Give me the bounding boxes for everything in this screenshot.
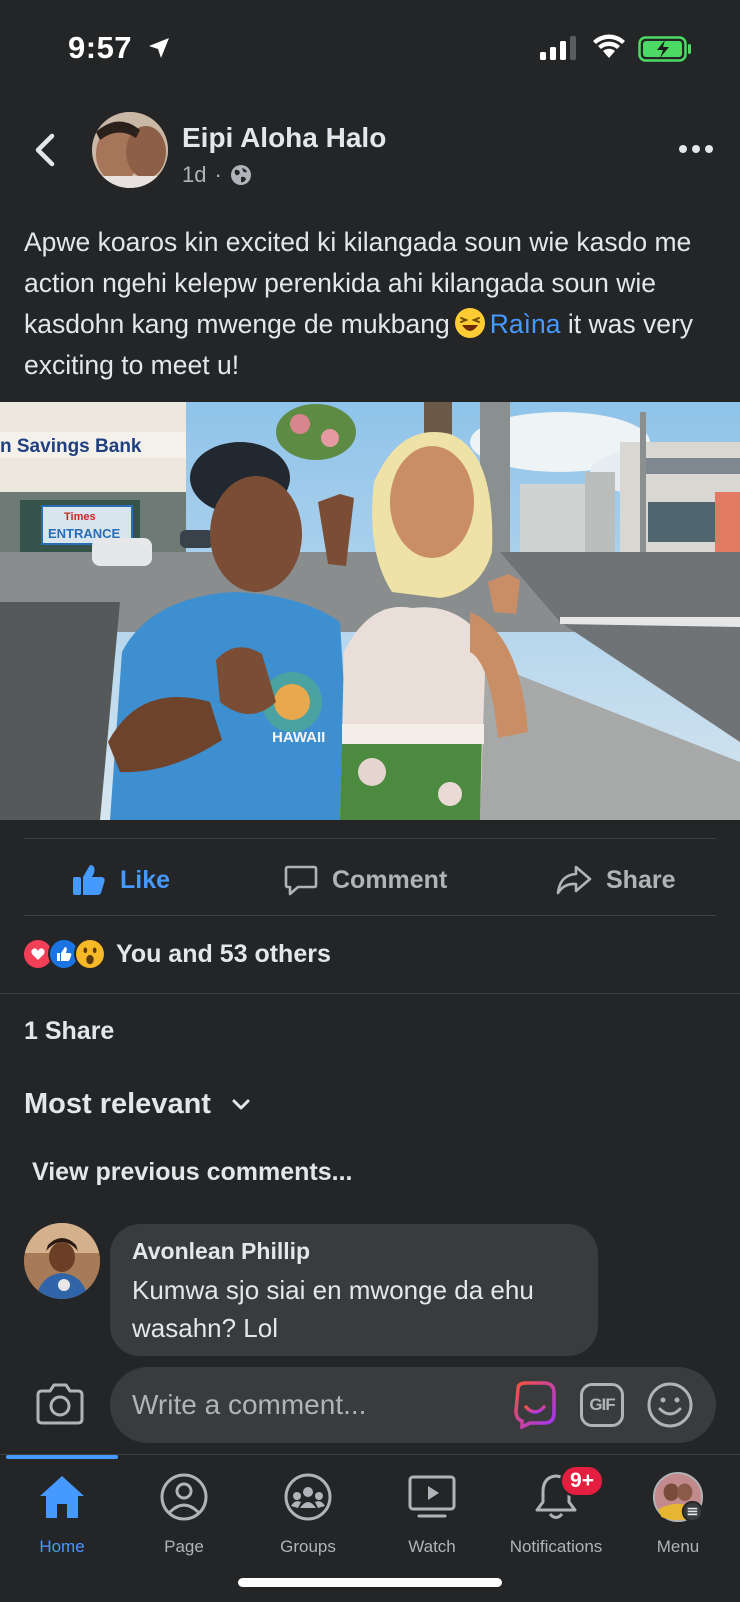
- bank-sign-text: n Savings Bank: [0, 436, 142, 457]
- laughing-face-emoji-icon: [454, 308, 485, 338]
- post-author-name[interactable]: Eipi Aloha Halo: [182, 122, 386, 154]
- cellular-signal-icon: [540, 36, 576, 60]
- home-icon: [40, 1476, 84, 1518]
- action-bar-bottom-divider: [24, 915, 716, 916]
- notifications-badge: 9+: [560, 1465, 604, 1497]
- chevron-down-icon: [232, 1099, 250, 1109]
- reactions-summary[interactable]: You and 53 others: [22, 938, 331, 970]
- mention-link[interactable]: Raìna: [490, 309, 561, 339]
- menu-avatar-icon: [652, 1471, 704, 1523]
- commenter-avatar[interactable]: [24, 1223, 100, 1299]
- share-arrow-icon: [556, 865, 592, 895]
- comment-button[interactable]: Comment: [284, 860, 447, 900]
- emoji-smiley-icon[interactable]: [646, 1381, 694, 1429]
- active-tab-indicator: [6, 1455, 118, 1459]
- more-options-icon[interactable]: [676, 136, 716, 162]
- comment-input-field[interactable]: GIF: [110, 1367, 716, 1443]
- tab-menu[interactable]: Menu: [616, 1471, 740, 1581]
- action-bar-top-divider: [24, 838, 716, 839]
- wifi-icon: [593, 34, 625, 58]
- tab-watch-label: Watch: [408, 1537, 456, 1556]
- post-age: 1d: [182, 162, 207, 187]
- tab-home[interactable]: Home: [0, 1471, 124, 1581]
- avatar-sticker-icon[interactable]: [510, 1379, 560, 1429]
- share-button[interactable]: Share: [556, 860, 675, 900]
- location-arrow-icon: [149, 38, 169, 58]
- post-meta: 1d ·: [182, 162, 252, 188]
- globe-icon: [230, 165, 251, 185]
- share-label: Share: [606, 865, 676, 894]
- back-arrow-icon[interactable]: [30, 130, 60, 170]
- tab-notifications-label: Notifications: [509, 1537, 603, 1556]
- watch-icon: [408, 1475, 456, 1518]
- tab-groups[interactable]: Groups: [246, 1471, 370, 1581]
- tab-menu-label: Menu: [656, 1537, 700, 1556]
- comment-sort-dropdown[interactable]: Most relevant: [24, 1088, 251, 1121]
- comment-author-name[interactable]: Avonlean Phillip: [132, 1238, 576, 1265]
- tab-watch[interactable]: Watch: [370, 1471, 494, 1581]
- wow-reaction-icon: [74, 938, 106, 970]
- home-indicator: [238, 1578, 502, 1587]
- post-photo[interactable]: n Savings Bank Times ENTRANCE HAWAII: [0, 402, 740, 820]
- like-button[interactable]: Like: [72, 860, 170, 900]
- meta-separator-dot: ·: [214, 162, 222, 187]
- comment-text: Kumwa sjo siai en mwonge da ehu wasahn? …: [132, 1275, 534, 1343]
- sort-label: Most relevant: [24, 1088, 211, 1120]
- shirt-text: HAWAII: [272, 729, 325, 746]
- page-profile-icon: [160, 1473, 208, 1521]
- thumbs-up-icon: [73, 865, 105, 895]
- tab-groups-label: Groups: [280, 1537, 336, 1556]
- times-sign-text: Times: [64, 511, 96, 523]
- tab-notifications[interactable]: 9+ Notifications: [494, 1465, 618, 1581]
- view-previous-comments-link[interactable]: View previous comments...: [32, 1158, 352, 1187]
- comment-text-input[interactable]: [132, 1367, 492, 1443]
- comment-bubble: Avonlean Phillip Kumwa sjo siai en mwong…: [110, 1224, 598, 1356]
- reactions-divider: [0, 993, 740, 994]
- reactions-count-text: You and 53 others: [116, 939, 331, 968]
- author-avatar[interactable]: [92, 112, 168, 188]
- status-time: 9:57: [68, 30, 133, 65]
- groups-icon: [284, 1473, 332, 1521]
- tab-page[interactable]: Page: [122, 1471, 246, 1581]
- like-label: Like: [120, 865, 171, 894]
- tab-home-label: Home: [39, 1537, 85, 1556]
- camera-icon[interactable]: [36, 1383, 84, 1425]
- gif-button[interactable]: GIF: [580, 1383, 624, 1427]
- status-bar: 9:57: [0, 0, 740, 96]
- comment-label: Comment: [332, 865, 448, 894]
- post-text: Apwe koaros kin excited ki kilangada sou…: [24, 222, 724, 386]
- battery-charging-icon: [638, 36, 691, 62]
- tab-page-label: Page: [164, 1537, 204, 1556]
- comment-bubble-icon: [284, 865, 318, 896]
- shares-count[interactable]: 1 Share: [24, 1017, 114, 1046]
